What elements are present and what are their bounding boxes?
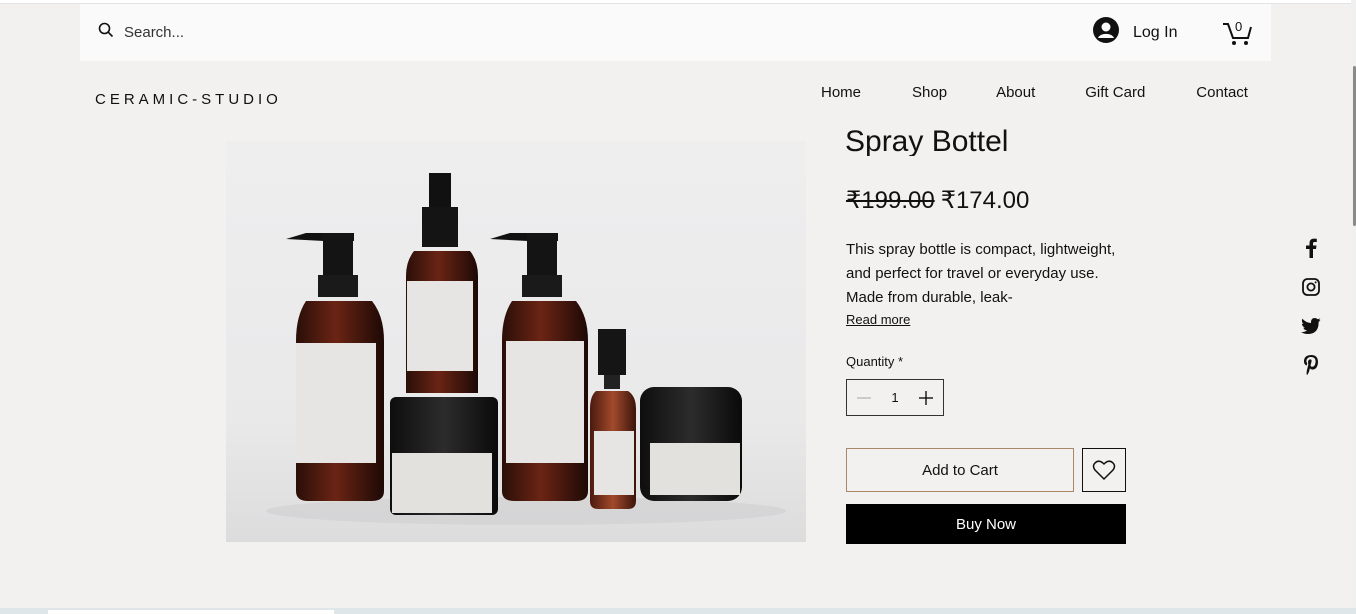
- user-avatar-icon: [1093, 17, 1119, 48]
- minus-icon: [857, 396, 871, 399]
- add-to-cart-button[interactable]: Add to Cart: [846, 448, 1074, 492]
- cart-count: 0: [1235, 19, 1243, 34]
- increase-quantity-button[interactable]: [917, 389, 935, 407]
- cart-button[interactable]: 0: [1222, 18, 1254, 48]
- login-button[interactable]: Log In: [1093, 17, 1177, 48]
- decrease-quantity-button[interactable]: [855, 389, 873, 407]
- search-input[interactable]: Search...: [124, 24, 184, 41]
- heart-icon: [1092, 460, 1116, 481]
- login-label: Log In: [1133, 23, 1178, 41]
- instagram-icon[interactable]: [1301, 277, 1321, 297]
- nav-contact[interactable]: Contact: [1196, 83, 1248, 103]
- nav-home[interactable]: Home: [821, 83, 861, 103]
- search-bar[interactable]: Search...: [98, 4, 184, 61]
- bottom-tab: [48, 610, 334, 614]
- social-bar: [1301, 238, 1321, 375]
- product-image[interactable]: [226, 141, 806, 542]
- read-more-link[interactable]: Read more: [846, 312, 910, 327]
- sale-price: ₹174.00: [940, 187, 1030, 214]
- twitter-icon[interactable]: [1301, 316, 1321, 336]
- product-title: Spray Bottel: [845, 125, 1009, 156]
- wishlist-button[interactable]: [1082, 448, 1126, 492]
- quantity-value[interactable]: 1: [891, 390, 898, 405]
- buy-now-button[interactable]: Buy Now: [846, 504, 1126, 544]
- quantity-label: Quantity *: [846, 354, 904, 369]
- pinterest-icon[interactable]: [1301, 355, 1321, 375]
- plus-icon: [918, 390, 933, 405]
- brand-logo[interactable]: CERAMIC-STUDIO: [95, 91, 282, 108]
- search-icon[interactable]: [98, 22, 114, 43]
- price-row: ₹199.00 ₹174.00: [846, 186, 1029, 215]
- top-bar: Search... Log In 0: [80, 4, 1271, 61]
- product-description: This spray bottle is compact, lightweigh…: [846, 241, 1116, 306]
- nav-gift-card[interactable]: Gift Card: [1085, 83, 1145, 103]
- main-nav: Home Shop About Gift Card Contact: [821, 83, 1248, 103]
- quantity-stepper[interactable]: 1: [846, 379, 944, 416]
- facebook-icon[interactable]: [1301, 238, 1321, 258]
- original-price: ₹199.00: [846, 187, 935, 214]
- nav-about[interactable]: About: [996, 83, 1035, 103]
- nav-shop[interactable]: Shop: [912, 83, 947, 103]
